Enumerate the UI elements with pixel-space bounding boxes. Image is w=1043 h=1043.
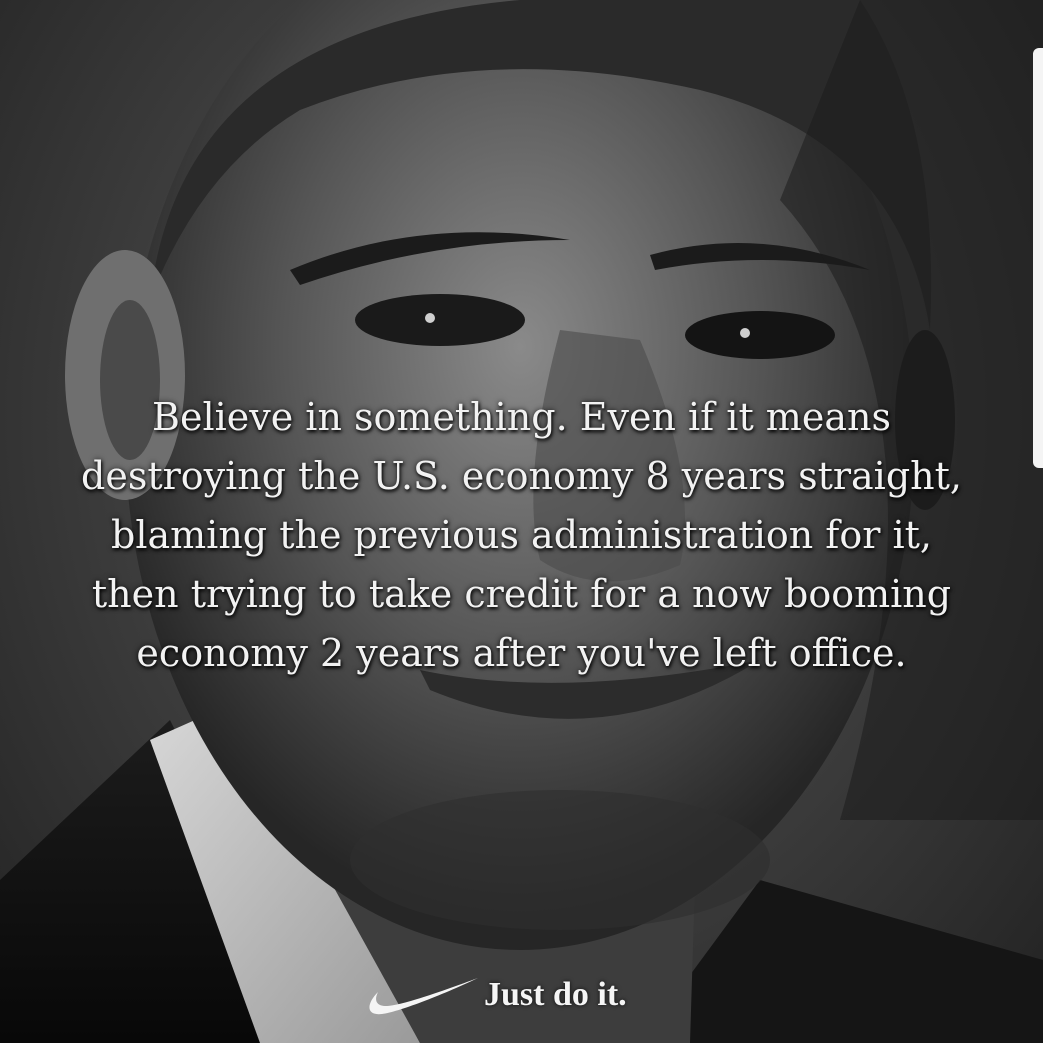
scroll-edge (1033, 48, 1043, 468)
swoosh-logo-icon (369, 978, 478, 1015)
quote-line: blaming the previous administration for … (111, 513, 932, 557)
meme-image: Believe in something. Even if it means d… (0, 0, 1043, 1043)
quote-line: then trying to take credit for a now boo… (91, 572, 952, 616)
quote-line: Believe in something. Even if it means (152, 395, 891, 439)
quote-text: Believe in something. Even if it means d… (20, 388, 1023, 683)
brand-signoff: Just do it. (360, 960, 680, 1030)
quote-line: economy 2 years after you've left office… (136, 631, 907, 675)
quote-line: destroying the U.S. economy 8 years stra… (81, 454, 962, 498)
tagline: Just do it. (484, 976, 627, 1013)
